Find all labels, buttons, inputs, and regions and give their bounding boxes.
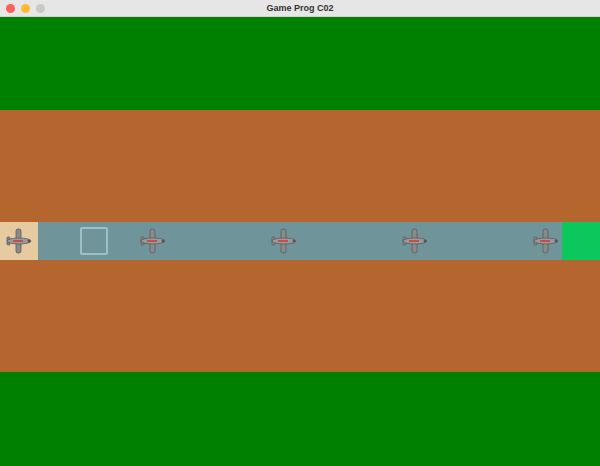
plane-icon [5, 227, 33, 255]
dirt-row [0, 260, 600, 372]
grass-row [0, 17, 600, 110]
minimize-button[interactable] [21, 4, 30, 13]
spawn-tile [0, 222, 38, 260]
plane-icon [139, 227, 167, 255]
window-title: Game Prog C02 [266, 4, 333, 13]
plane-icon [270, 227, 298, 255]
path-row [0, 222, 600, 260]
game-window: Game Prog C02 [0, 0, 600, 466]
title-bar: Game Prog C02 [0, 0, 600, 17]
plane-icon [401, 227, 429, 255]
cursor-cell[interactable] [80, 227, 108, 255]
path-track [38, 222, 562, 260]
grass-row [0, 372, 600, 466]
dirt-row [0, 110, 600, 222]
plane-icon [532, 227, 560, 255]
window-controls [6, 4, 45, 13]
close-button[interactable] [6, 4, 15, 13]
zoom-button[interactable] [36, 4, 45, 13]
game-board[interactable] [0, 17, 600, 466]
goal-tile [562, 222, 600, 260]
